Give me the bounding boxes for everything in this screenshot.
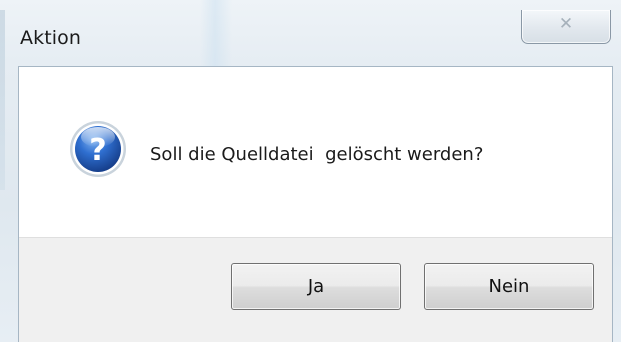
message-area: ? Soll die Quelldatei gelöscht werden? [19, 67, 612, 237]
no-button[interactable]: Nein [424, 263, 594, 310]
yes-button[interactable]: Ja [231, 263, 401, 310]
close-icon: ✕ [558, 14, 574, 34]
button-bar: Ja Nein [19, 237, 612, 342]
dialog-window: Aktion ✕ ? Soll die Quelldatei gelöscht … [0, 0, 621, 342]
question-icon: ? [70, 121, 126, 177]
dialog-message: Soll die Quelldatei gelöscht werden? [150, 144, 484, 165]
close-button[interactable]: ✕ [521, 10, 611, 44]
window-frame-edge [0, 10, 5, 190]
dialog-client-area: ? Soll die Quelldatei gelöscht werden? J… [18, 66, 613, 342]
svg-text:?: ? [89, 133, 106, 168]
window-title: Aktion [20, 27, 81, 49]
